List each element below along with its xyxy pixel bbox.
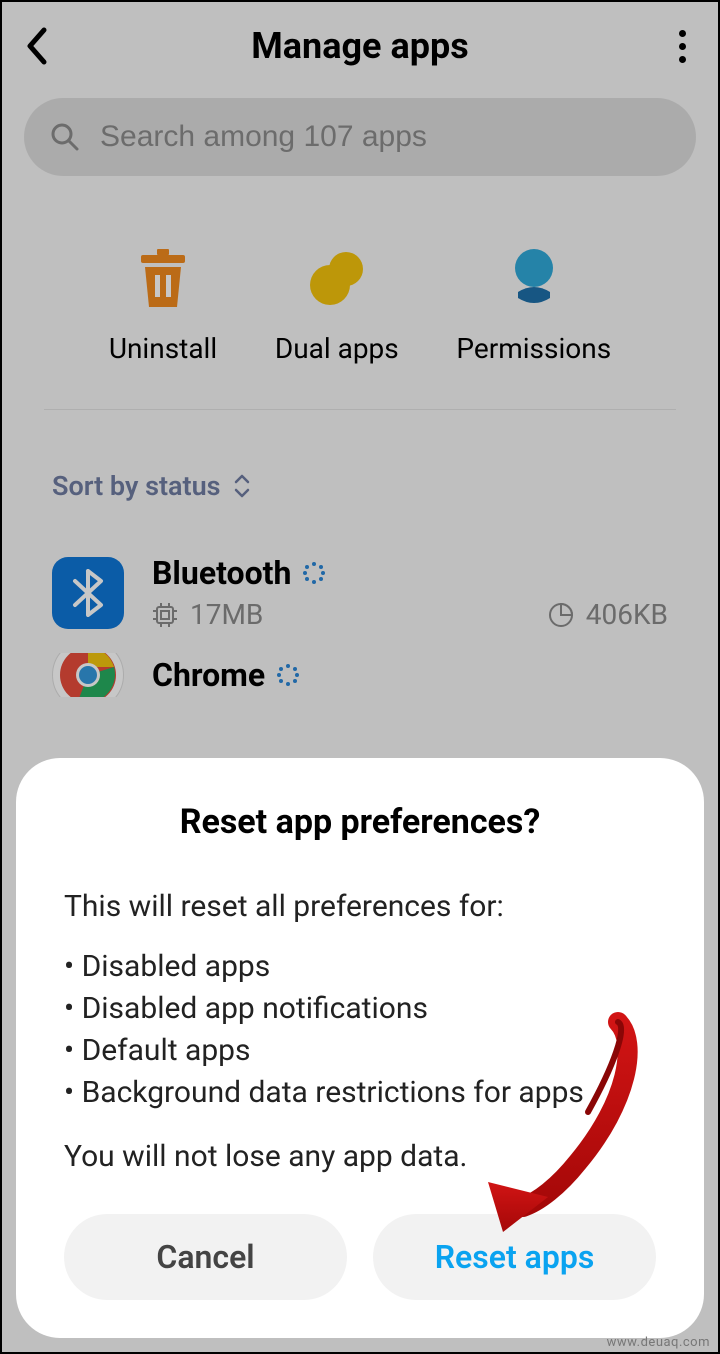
dialog-title: Reset app preferences?	[64, 802, 656, 842]
cancel-button[interactable]: Cancel	[64, 1214, 347, 1300]
dialog-intro: This will reset all preferences for:	[64, 886, 656, 928]
reset-apps-button[interactable]: Reset apps	[373, 1214, 656, 1300]
dialog-buttons: Cancel Reset apps	[64, 1214, 656, 1300]
bullet-item: Default apps	[64, 1030, 656, 1072]
bullet-item: Disabled apps	[64, 946, 656, 988]
bullet-item: Background data restrictions for apps	[64, 1072, 656, 1114]
dialog-outro: You will not lose any app data.	[64, 1136, 656, 1178]
dialog-bullets: Disabled apps Disabled app notifications…	[64, 946, 656, 1114]
reset-dialog: Reset app preferences? This will reset a…	[16, 758, 704, 1338]
bullet-item: Disabled app notifications	[64, 988, 656, 1030]
dialog-body: This will reset all preferences for: Dis…	[64, 886, 656, 1178]
watermark: www.deuaq.com	[607, 1335, 710, 1350]
